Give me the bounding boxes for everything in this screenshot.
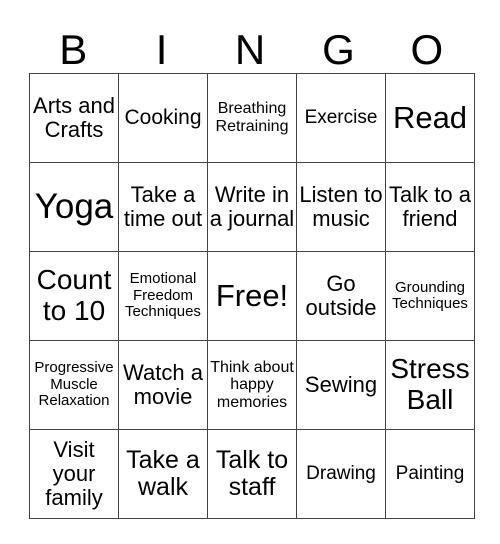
bingo-cell[interactable]: Drawing <box>296 429 386 519</box>
header-letter-b: B <box>59 26 88 73</box>
header-letter-g: G <box>322 26 355 73</box>
bingo-header: B I N G O <box>29 28 471 72</box>
bingo-cell[interactable]: Take a time out <box>118 162 208 252</box>
free-space-cell[interactable]: Free! <box>207 251 297 341</box>
bingo-cell[interactable]: Stress Ball <box>385 340 475 430</box>
bingo-cell[interactable]: Progressive Muscle Relaxation <box>29 340 119 430</box>
bingo-cell[interactable]: Breathing Retraining <box>207 73 297 163</box>
bingo-cell[interactable]: Talk to staff <box>207 429 297 519</box>
bingo-cell[interactable]: Write in a journal <box>207 162 297 252</box>
board-row: Arts and Crafts Cooking Breathing Retrai… <box>29 73 475 163</box>
bingo-cell[interactable]: Painting <box>385 429 475 519</box>
bingo-cell[interactable]: Visit your family <box>29 429 119 519</box>
board-row: Progressive Muscle Relaxation Watch a mo… <box>29 340 475 430</box>
board-row: Count to 10 Emotional Freedom Techniques… <box>29 251 475 341</box>
bingo-cell[interactable]: Yoga <box>29 162 119 252</box>
bingo-cell[interactable]: Talk to a friend <box>385 162 475 252</box>
bingo-cell[interactable]: Think about happy memories <box>207 340 297 430</box>
bingo-cell[interactable]: Grounding Techniques <box>385 251 475 341</box>
board-row: Yoga Take a time out Write in a journal … <box>29 162 475 252</box>
header-letter-i: I <box>155 26 168 73</box>
bingo-cell[interactable]: Watch a movie <box>118 340 208 430</box>
bingo-cell[interactable]: Cooking <box>118 73 208 163</box>
board-row: Visit your family Take a walk Talk to st… <box>29 429 475 519</box>
bingo-cell[interactable]: Take a walk <box>118 429 208 519</box>
bingo-board: Arts and Crafts Cooking Breathing Retrai… <box>29 73 475 519</box>
header-letter-n: N <box>234 26 266 73</box>
bingo-cell[interactable]: Listen to music <box>296 162 386 252</box>
bingo-cell[interactable]: Count to 10 <box>29 251 119 341</box>
header-letter-o: O <box>410 26 444 73</box>
bingo-cell[interactable]: Exercise <box>296 73 386 163</box>
bingo-cell[interactable]: Read <box>385 73 475 163</box>
bingo-cell[interactable]: Go outside <box>296 251 386 341</box>
bingo-cell[interactable]: Emotional Freedom Techniques <box>118 251 208 341</box>
bingo-cell[interactable]: Sewing <box>296 340 386 430</box>
bingo-cell[interactable]: Arts and Crafts <box>29 73 119 163</box>
